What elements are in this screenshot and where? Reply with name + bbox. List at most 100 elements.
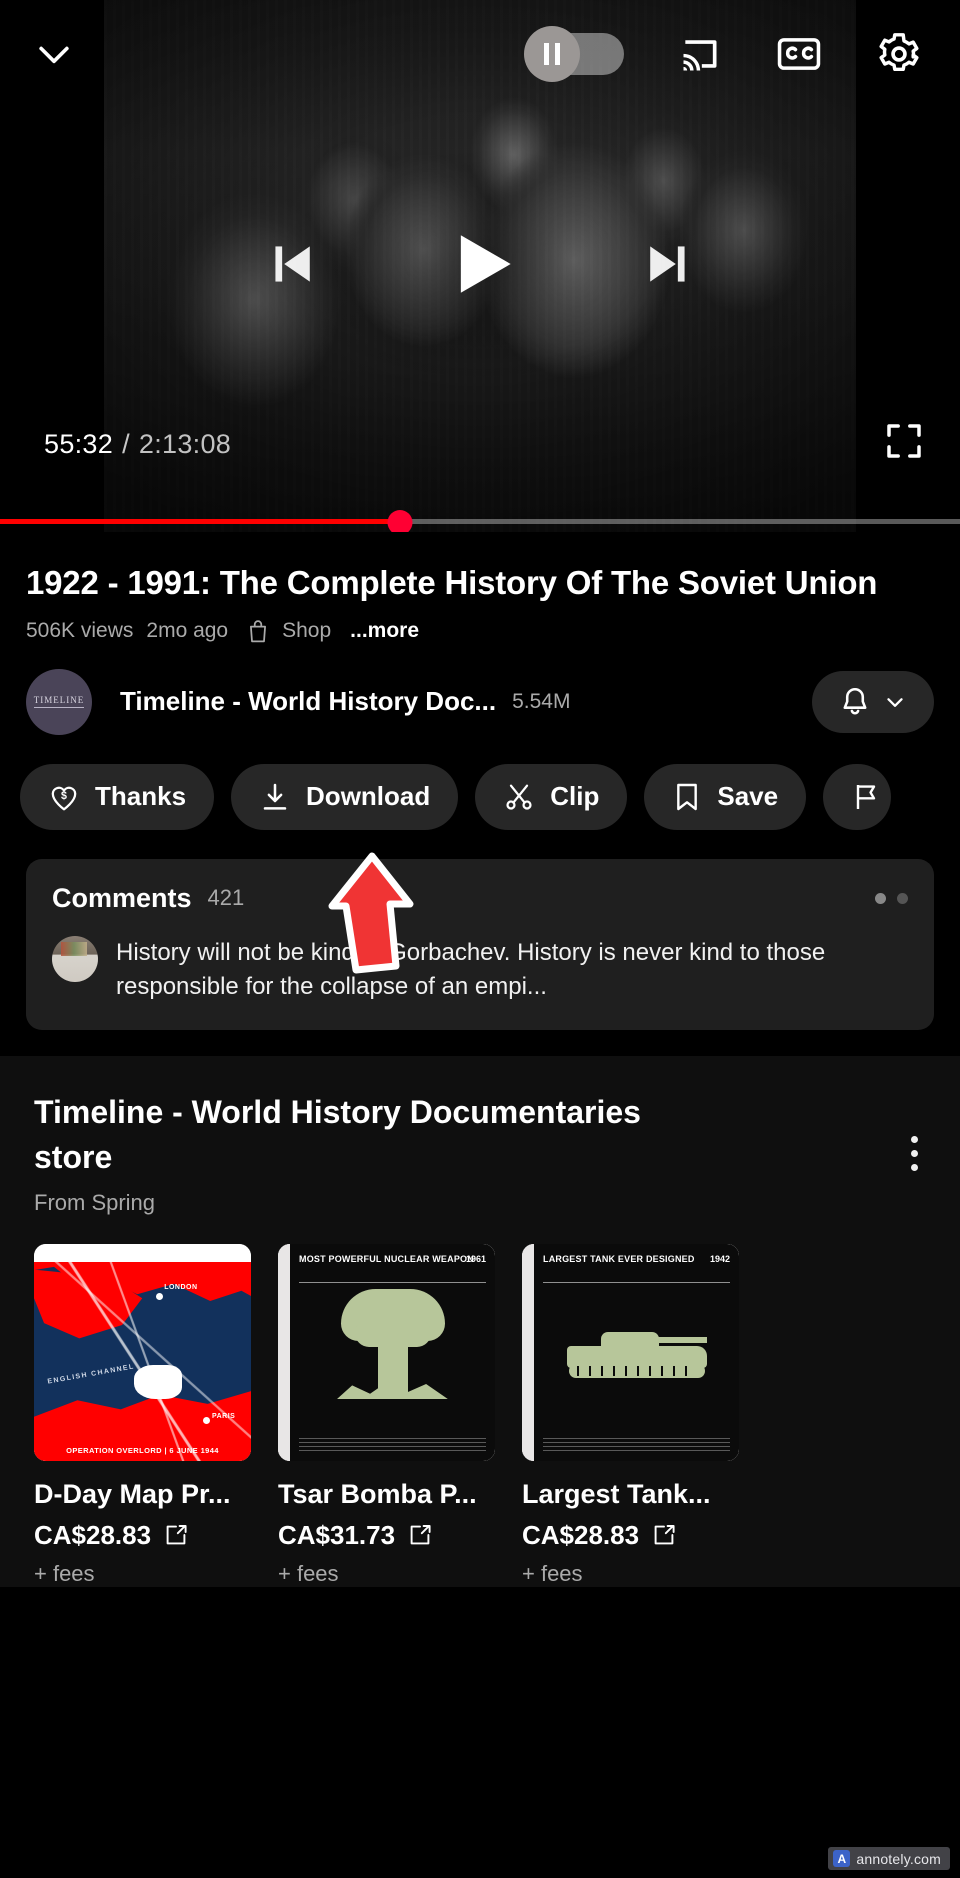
product-title[interactable]: D-Day Map Pr... xyxy=(34,1479,251,1510)
captions-button[interactable] xyxy=(776,31,822,77)
external-link-icon[interactable] xyxy=(164,1523,188,1547)
shelf-menu-button[interactable] xyxy=(903,1128,926,1179)
previous-video-button[interactable] xyxy=(262,233,324,300)
product-card[interactable]: LONDON PARIS ENGLISH CHANNEL OPERATION O… xyxy=(34,1243,251,1587)
download-icon xyxy=(263,783,287,810)
product-title[interactable]: Tsar Bomba P... xyxy=(278,1479,495,1510)
product-price: CA$28.83 xyxy=(522,1519,640,1550)
next-track-icon xyxy=(650,245,685,282)
chevron-down-icon xyxy=(39,46,69,64)
autoplay-toggle[interactable] xyxy=(524,26,624,82)
player-top-controls xyxy=(0,0,960,108)
poster-year: 1961 xyxy=(465,1253,486,1264)
product-price: CA$31.73 xyxy=(278,1519,396,1550)
save-button[interactable]: Save xyxy=(644,763,807,830)
largest-tank-poster-art: LARGEST TANK EVER DESIGNED 1942 xyxy=(522,1243,739,1461)
product-card[interactable]: MOST POWERFUL NUCLEAR WEAPON 1961 Tsar B… xyxy=(278,1243,495,1587)
shelf-subtitle: From Spring xyxy=(34,1189,156,1215)
external-link-icon[interactable] xyxy=(408,1523,432,1547)
player-settings-button[interactable] xyxy=(876,31,922,77)
previous-track-icon xyxy=(275,245,310,282)
clip-label: Clip xyxy=(550,781,600,812)
kebab-menu-icon xyxy=(911,1136,918,1144)
chevron-down-icon xyxy=(887,698,903,707)
product-fees: + fees xyxy=(522,1560,583,1586)
carousel-dot xyxy=(897,892,908,904)
video-title[interactable]: 1922 - 1991: The Complete History Of The… xyxy=(26,562,934,605)
cast-icon xyxy=(683,40,717,71)
video-player[interactable]: 55:32 / 2:13:08 xyxy=(0,0,960,532)
progress-scrubber[interactable] xyxy=(387,510,413,532)
map-footer-caption: OPERATION OVERLORD | 6 JUNE 1944 xyxy=(66,1445,219,1455)
product-fees: + fees xyxy=(34,1560,95,1586)
action-chips-row[interactable]: $ Thanks Download Clip Save xyxy=(20,763,960,831)
annotation-watermark: A annotely.com xyxy=(828,1847,950,1870)
map-label-paris: PARIS xyxy=(211,1412,236,1420)
channel-name[interactable]: Timeline - World History Doc... xyxy=(120,686,496,717)
product-thumbnail[interactable]: LONDON PARIS ENGLISH CHANNEL OPERATION O… xyxy=(34,1243,251,1461)
download-button[interactable]: Download xyxy=(231,763,459,830)
publish-date: 2mo ago xyxy=(146,618,229,642)
clip-button[interactable]: Clip xyxy=(475,763,628,830)
video-stats-row[interactable]: 506K views 2mo ago Shop ...more xyxy=(26,619,934,643)
poster-heading: MOST POWERFUL NUCLEAR WEAPON xyxy=(299,1253,474,1264)
commenter-avatar xyxy=(52,935,98,982)
product-price-row: CA$28.83 xyxy=(34,1520,251,1551)
product-list[interactable]: LONDON PARIS ENGLISH CHANNEL OPERATION O… xyxy=(34,1243,926,1587)
channel-avatar[interactable]: TIMELINE xyxy=(26,668,92,735)
product-price-row: CA$31.73 xyxy=(278,1520,495,1551)
product-thumbnail[interactable]: LARGEST TANK EVER DESIGNED 1942 xyxy=(522,1243,739,1461)
watermark-logo: A xyxy=(833,1850,851,1867)
save-label: Save xyxy=(717,781,779,812)
product-thumbnail[interactable]: MOST POWERFUL NUCLEAR WEAPON 1961 xyxy=(278,1243,495,1461)
product-price-row: CA$28.83 xyxy=(522,1520,739,1551)
poster-year: 1942 xyxy=(709,1253,730,1264)
store-shelf: Timeline - World History Documentaries s… xyxy=(0,1056,960,1587)
video-metadata: 1922 - 1991: The Complete History Of The… xyxy=(0,562,960,643)
product-card[interactable]: LARGEST TANK EVER DESIGNED 1942 Largest … xyxy=(522,1243,739,1587)
shelf-title[interactable]: Timeline - World History Documentaries s… xyxy=(34,1090,674,1180)
video-progress-bar[interactable] xyxy=(0,510,960,532)
play-button[interactable] xyxy=(434,218,526,315)
comments-count: 421 xyxy=(207,885,245,911)
next-video-button[interactable] xyxy=(636,233,698,300)
scissors-icon xyxy=(506,784,532,810)
subscriber-count: 5.54M xyxy=(512,689,571,713)
shelf-header: Timeline - World History Documentaries s… xyxy=(34,1090,926,1216)
top-comment[interactable]: History will not be kind to Gorbachev. H… xyxy=(52,935,908,1004)
time-separator: / xyxy=(122,429,130,459)
tank-illustration xyxy=(566,1324,707,1380)
download-label: Download xyxy=(306,781,431,812)
pause-icon xyxy=(524,26,580,82)
report-button[interactable] xyxy=(823,763,892,830)
closed-captions-icon xyxy=(777,38,821,70)
comments-card[interactable]: Comments 421 History will not be kind to… xyxy=(26,858,934,1031)
product-fees: + fees xyxy=(278,1560,339,1586)
youtube-watch-screen: 55:32 / 2:13:08 1922 - 1991: The Complet… xyxy=(0,0,960,1878)
time-display: 55:32 / 2:13:08 xyxy=(44,429,231,460)
progress-fill xyxy=(0,519,401,524)
channel-row[interactable]: TIMELINE Timeline - World History Doc...… xyxy=(26,668,934,735)
comments-header: Comments 421 xyxy=(52,883,908,914)
bell-icon xyxy=(843,687,867,715)
mushroom-cloud-illustration xyxy=(333,1289,453,1400)
total-duration: 2:13:08 xyxy=(138,429,232,459)
shop-link[interactable]: Shop xyxy=(282,619,331,643)
comment-text: History will not be kind to Gorbachev. H… xyxy=(116,938,826,1000)
notification-bell-button[interactable] xyxy=(812,670,934,733)
carousel-dot-active xyxy=(875,892,886,904)
cast-button[interactable] xyxy=(678,32,722,76)
external-link-icon[interactable] xyxy=(652,1523,676,1547)
product-price: CA$28.83 xyxy=(34,1519,152,1550)
heart-dollar-icon: $ xyxy=(51,786,77,811)
shopping-bag-icon xyxy=(247,619,269,643)
watermark-text: annotely.com xyxy=(856,1850,941,1867)
fullscreen-button[interactable] xyxy=(884,421,924,466)
collapse-player-button[interactable] xyxy=(0,0,108,108)
more-link[interactable]: ...more xyxy=(350,619,419,643)
svg-text:$: $ xyxy=(61,790,67,802)
product-title[interactable]: Largest Tank... xyxy=(522,1479,739,1510)
avatar-label: TIMELINE xyxy=(33,695,85,709)
thanks-label: Thanks xyxy=(95,781,187,812)
thanks-button[interactable]: $ Thanks xyxy=(20,763,215,830)
